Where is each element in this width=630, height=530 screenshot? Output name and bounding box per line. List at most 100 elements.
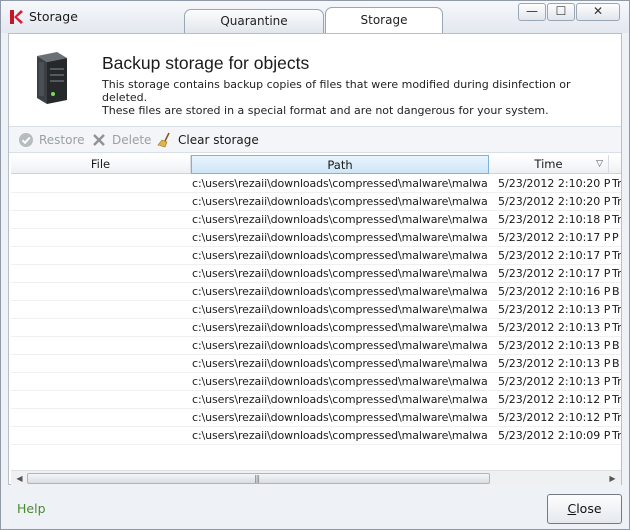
extra-cell: Tr (612, 411, 621, 424)
time-cell: 5/23/2012 2:10:20 PM (498, 177, 610, 190)
table-row[interactable]: dima.exec:\users\rezaii\downloads\compre… (11, 355, 621, 373)
column-header-time[interactable]: Time ▽ (489, 155, 609, 174)
path-cell: c:\users\rezaii\downloads\compressed\mal… (192, 411, 488, 424)
extra-cell: B (612, 357, 620, 370)
extra-cell: Tr (612, 429, 621, 442)
extra-cell: Tr (612, 267, 621, 280)
table-row[interactable]: film-izle.exec:\users\rezaii\downloads\c… (11, 319, 621, 337)
page-description: This storage contains backup copies of f… (102, 78, 612, 117)
table-row[interactable]: 555.exec:\users\rezaii\downloads\compres… (11, 427, 621, 445)
time-cell: 5/23/2012 2:10:13 PM (498, 375, 610, 388)
clear-storage-button[interactable]: Clear storage (157, 132, 259, 150)
server-icon (37, 52, 67, 104)
time-cell: 5/23/2012 2:10:17 PM (498, 267, 610, 280)
table-row[interactable]: a.classc:\users\rezaii\downloads\compres… (11, 373, 621, 391)
time-cell: 5/23/2012 2:10:16 PM (498, 285, 610, 298)
extra-cell: Tr (612, 375, 621, 388)
path-cell: c:\users\rezaii\downloads\compressed\mal… (192, 393, 488, 406)
minimize-button[interactable]: — (518, 3, 546, 21)
column-header-file[interactable]: File (11, 155, 191, 174)
window-close-button[interactable]: ✕ (576, 3, 620, 21)
extra-cell: B (612, 285, 620, 298)
scrollbar-thumb[interactable]: ||| (27, 473, 490, 484)
table-row[interactable]: 2y.exec:\users\rezaii\downloads\compress… (11, 265, 621, 283)
table-row[interactable]: UPXc:\users\rezaii\downloads\compressed\… (11, 247, 621, 265)
path-cell: c:\users\rezaii\downloads\compressed\mal… (192, 267, 488, 280)
path-cell: c:\users\rezaii\downloads\compressed\mal… (192, 285, 488, 298)
column-header-path[interactable]: Path (191, 155, 489, 174)
path-cell: c:\users\rezaii\downloads\compressed\mal… (192, 321, 488, 334)
maximize-button[interactable]: ☐ (547, 3, 575, 21)
time-cell: 5/23/2012 2:10:13 PM (498, 339, 610, 352)
close-button-mnemonic: C (567, 501, 577, 516)
restore-button[interactable]: Restore (18, 132, 85, 150)
storage-panel: Backup storage for objects This storage … (8, 33, 622, 485)
table-row[interactable]: 20.exec:\users\rezaii\downloads\compress… (11, 175, 621, 193)
table-row[interactable]: 1749990356.java.exec:\users\rezaii\downl… (11, 391, 621, 409)
path-cell: c:\users\rezaii\downloads\compressed\mal… (192, 195, 488, 208)
help-link[interactable]: Help (17, 501, 46, 516)
time-cell: 5/23/2012 2:10:12 PM (498, 411, 610, 424)
table-body: 20.exec:\users\rezaii\downloads\compress… (11, 175, 621, 445)
extra-cell: Tr (612, 195, 621, 208)
storage-window: Storage Quarantine Storage — ☐ ✕ Backup … (0, 0, 630, 530)
time-cell: 5/23/2012 2:10:20 PM (498, 195, 610, 208)
time-cell: 5/23/2012 2:10:18 PM (498, 213, 610, 226)
extra-cell: Tr (612, 321, 621, 334)
extra-cell: Tr (612, 213, 621, 226)
column-header-more[interactable] (609, 155, 621, 174)
title-bar[interactable]: Storage Quarantine Storage — ☐ ✕ (1, 1, 629, 34)
path-cell: c:\users\rezaii\downloads\compressed\mal… (192, 339, 488, 352)
kaspersky-logo-icon (10, 10, 23, 24)
toolbar: Restore Delete Clear storage (9, 126, 621, 153)
time-cell: 5/23/2012 2:10:13 PM (498, 357, 610, 370)
table-row[interactable]: dd--.gifc:\users\rezaii\downloads\compre… (11, 337, 621, 355)
extra-cell: Tr (612, 249, 621, 262)
extra-cell: P (612, 231, 619, 244)
path-cell: c:\users\rezaii\downloads\compressed\mal… (192, 303, 488, 316)
close-button-label: lose (576, 501, 602, 516)
sort-descending-icon: ▽ (596, 159, 603, 169)
restore-label: Restore (39, 133, 85, 147)
footer: Help Close (1, 486, 629, 529)
table-row[interactable]: 25.rarc:\users\rezaii\downloads\compress… (11, 193, 621, 211)
path-cell: c:\users\rezaii\downloads\compressed\mal… (192, 213, 488, 226)
path-cell: c:\users\rezaii\downloads\compressed\mal… (192, 249, 488, 262)
broom-icon (157, 132, 170, 148)
page-title: Backup storage for objects (102, 53, 310, 73)
time-cell: 5/23/2012 2:10:17 PM (498, 249, 610, 262)
table-header: File Path Time ▽ (11, 155, 621, 174)
extra-cell: Tr (612, 177, 621, 190)
scroll-right-icon[interactable]: ▶ (605, 472, 620, 485)
backup-table: File Path Time ▽ 20.exec:\users\rezaii\d… (11, 155, 621, 465)
tab-quarantine[interactable]: Quarantine (184, 9, 324, 33)
close-button[interactable]: Close (547, 494, 622, 524)
table-row[interactable]: QEA.exec:\users\rezaii\downloads\compres… (11, 229, 621, 247)
delete-icon (93, 134, 105, 146)
time-cell: 5/23/2012 2:10:13 PM (498, 321, 610, 334)
tab-storage[interactable]: Storage (325, 7, 443, 34)
delete-button[interactable]: Delete (91, 132, 151, 150)
description-line-1: This storage contains backup copies of f… (102, 78, 571, 104)
extra-cell: Tr (612, 393, 621, 406)
scroll-left-icon[interactable]: ◀ (12, 472, 27, 485)
time-cell: 5/23/2012 2:10:17 PM (498, 231, 610, 244)
storage-header: Backup storage for objects This storage … (9, 34, 621, 124)
path-cell: c:\users\rezaii\downloads\compressed\mal… (192, 357, 488, 370)
extra-cell: Tr (612, 303, 621, 316)
delete-label: Delete (112, 133, 152, 147)
extra-cell: B (612, 339, 620, 352)
description-line-2: These files are stored in a special form… (102, 104, 549, 117)
clear-storage-label: Clear storage (178, 133, 259, 147)
path-cell: c:\users\rezaii\downloads\compressed\mal… (192, 429, 488, 442)
table-row[interactable]: 9.exec:\users\rezaii\downloads\compresse… (11, 211, 621, 229)
path-cell: c:\users\rezaii\downloads\compressed\mal… (192, 177, 488, 190)
time-cell: 5/23/2012 2:10:13 PM (498, 303, 610, 316)
path-cell: c:\users\rezaii\downloads\compressed\mal… (192, 375, 488, 388)
table-row[interactable]: posang.jpgc:\users\rezaii\downloads\comp… (11, 283, 621, 301)
horizontal-scrollbar[interactable]: ◀ ||| ▶ (11, 470, 621, 485)
table-row[interactable]: AdobeInstall.exec:\users\rezaii\download… (11, 409, 621, 427)
time-cell: 5/23/2012 2:10:09 PM (498, 429, 610, 442)
time-cell: 5/23/2012 2:10:12 PM (498, 393, 610, 406)
table-row[interactable]: SmsBox.classc:\users\rezaii\downloads\co… (11, 301, 621, 319)
